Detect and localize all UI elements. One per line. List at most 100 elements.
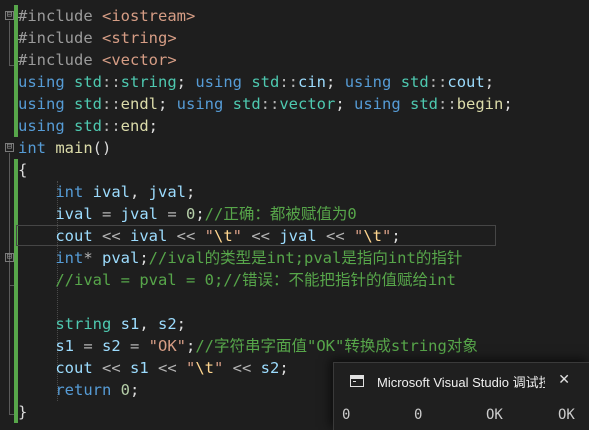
code-token: = — [120, 337, 149, 355]
code-token: end — [120, 117, 149, 135]
debug-console-titlebar[interactable]: Microsoft Visual Studio 调试控制台 ✕ — [334, 363, 589, 399]
code-token: :: — [102, 117, 121, 135]
code-token: ival — [55, 205, 93, 223]
code-token: using — [176, 95, 233, 113]
code-token: ; — [391, 227, 401, 245]
code-token: cout — [447, 73, 485, 91]
code-line[interactable]: ival = jval = 0;//正确：都被赋值为0 — [18, 203, 589, 225]
code-line[interactable]: using std::endl; using std::vector; usin… — [18, 93, 589, 115]
code-token: 0 — [120, 381, 130, 399]
code-token: ; — [335, 95, 355, 113]
code-token: ; — [185, 183, 196, 201]
code-token: string — [55, 315, 121, 333]
code-token: cin — [298, 73, 327, 91]
console-window-icon — [350, 375, 364, 387]
code-token: std — [400, 73, 429, 91]
code-line[interactable]: using std::end; — [18, 115, 589, 137]
code-token: <string> — [102, 29, 177, 47]
code-line[interactable]: //ival = pval = 0;//错误：不能把指针的值赋给int — [18, 269, 589, 291]
code-token: std — [74, 95, 102, 113]
debug-console-window[interactable]: Microsoft Visual Studio 调试控制台 ✕ 0 0 OK O… — [333, 362, 589, 430]
code-token: using — [195, 73, 252, 91]
code-token: std — [74, 73, 102, 91]
code-token: #include — [18, 51, 102, 69]
code-token: ; — [279, 359, 289, 377]
code-token: using — [18, 117, 74, 135]
code-token: \t — [195, 359, 214, 377]
code-token: begin — [456, 95, 504, 113]
code-token: //字符串字面值"OK"转换成string对象 — [195, 337, 478, 355]
code-line[interactable]: int main() — [18, 137, 589, 159]
code-token: <iostream> — [102, 7, 196, 25]
code-token: using — [354, 95, 411, 113]
code-token: \t — [363, 227, 382, 245]
code-token: " — [214, 359, 224, 377]
code-token: std — [410, 95, 439, 113]
fold-region-line — [9, 263, 10, 285]
editor-gutter: ⊟ ⊟ ⊟ — [0, 0, 18, 429]
code-token: s1 — [120, 315, 140, 333]
fold-toggle-icon[interactable]: ⊟ — [5, 11, 14, 20]
code-token: ; — [503, 95, 513, 113]
code-token: " — [185, 359, 196, 377]
code-area[interactable]: #include <iostream> #include <string> #inc… — [16, 5, 589, 423]
code-token: s1 — [129, 359, 149, 377]
code-token: <vector> — [102, 51, 177, 69]
code-token: " — [353, 227, 364, 245]
code-token: :: — [260, 95, 280, 113]
code-token: int — [18, 139, 56, 157]
code-token: ; — [186, 337, 196, 355]
code-token: } — [18, 403, 28, 421]
code-line[interactable]: string s1, s2; — [18, 313, 589, 335]
code-token: jval — [120, 205, 158, 223]
code-token: #include — [18, 29, 102, 47]
code-token: () — [92, 139, 112, 157]
code-token: << — [148, 359, 186, 377]
code-token: :: — [438, 95, 457, 113]
code-token: * — [83, 249, 102, 267]
code-line[interactable]: { — [18, 159, 589, 181]
code-token: //ival的类型是int;pval是指向int的指针 — [148, 249, 463, 267]
code-token: { — [18, 161, 28, 179]
code-token: ; — [148, 117, 159, 135]
fold-toggle-icon[interactable]: ⊟ — [5, 253, 14, 262]
code-token: = — [157, 205, 186, 223]
fold-toggle-icon[interactable]: ⊟ — [5, 143, 14, 152]
output-value: OK — [558, 407, 575, 423]
code-token: ival — [92, 183, 130, 201]
code-line[interactable]: #include <vector> — [18, 49, 589, 71]
code-token: s2 — [102, 337, 121, 355]
fold-region-line — [9, 21, 10, 65]
output-value: 0 — [414, 407, 423, 423]
code-line[interactable]: int* pval;//ival的类型是int;pval是指向int的指针 — [18, 247, 589, 269]
code-line[interactable]: cout << ival << "\t" << jval << "\t"; — [16, 225, 589, 247]
output-value: OK — [486, 407, 503, 423]
code-line[interactable]: #include <iostream> — [18, 5, 589, 27]
code-line[interactable]: using std::string; using std::cin; using… — [18, 71, 589, 93]
code-token: << — [92, 359, 130, 377]
code-line[interactable]: #include <string> — [18, 27, 589, 49]
code-token: ; — [130, 381, 140, 399]
close-icon[interactable]: ✕ — [558, 372, 570, 388]
code-token: << — [223, 359, 261, 377]
code-token: #include — [18, 7, 102, 25]
code-token: ; — [158, 95, 177, 113]
code-token: cout — [55, 227, 93, 245]
code-token: pval — [102, 249, 140, 267]
code-token: = — [74, 337, 102, 355]
code-token: << — [242, 227, 280, 245]
code-token: s2 — [158, 315, 177, 333]
code-token: ; — [139, 249, 149, 267]
code-token: ival — [129, 227, 168, 245]
code-token: ; — [326, 73, 345, 91]
code-token: std — [232, 95, 261, 113]
code-line[interactable] — [18, 291, 589, 313]
code-line[interactable]: int ival, jval; — [18, 181, 589, 203]
code-token: int — [55, 249, 84, 267]
code-line[interactable]: s1 = s2 = "OK";//字符串字面值"OK"转换成string对象 — [18, 335, 589, 357]
